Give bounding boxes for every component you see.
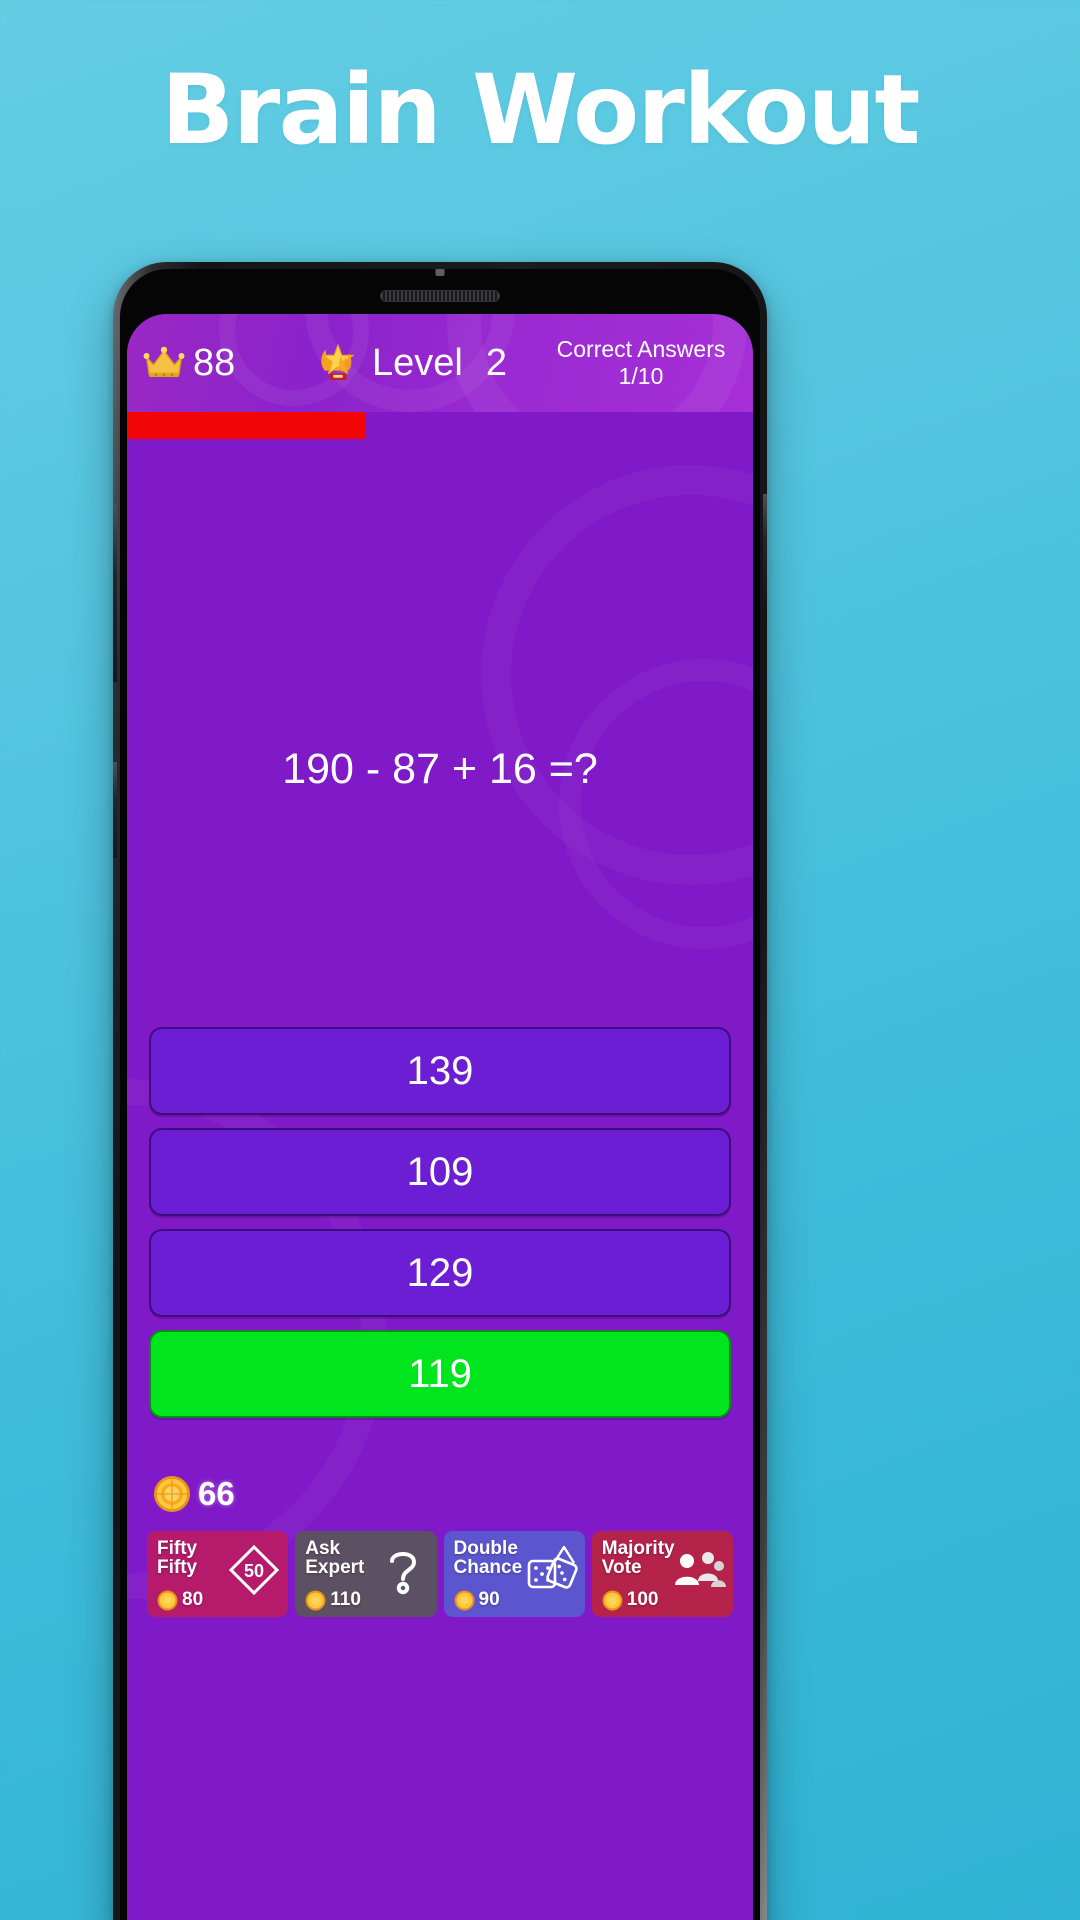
powerup-cost-value: 100: [626, 1589, 659, 1610]
powerup-label-line2: Expert: [305, 1557, 365, 1579]
answer-option-label: 139: [406, 1048, 474, 1093]
front-camera-icon: [435, 269, 445, 276]
powerup-label-line1: Fifty: [157, 1538, 198, 1559]
powerup-majority-vote[interactable]: Majority Vote 100: [591, 1531, 733, 1617]
powerup-ask-expert[interactable]: Ask Expert 110: [295, 1531, 437, 1617]
answer-option-label: 119: [408, 1351, 472, 1396]
answer-option-3[interactable]: 129: [149, 1229, 731, 1317]
powerup-label: Ask Expert: [305, 1539, 373, 1578]
earpiece-speaker-icon: [380, 290, 500, 302]
powerup-label-line1: Ask: [305, 1538, 341, 1559]
answer-option-label: 129: [406, 1250, 474, 1295]
app-screen: 88 Level 2 Correct Answers 1/10 190 - 87…: [127, 314, 753, 1920]
dice-icon: [524, 1543, 578, 1597]
phone-volume-down-button[interactable]: [113, 762, 117, 858]
game-header: 88 Level 2 Correct Answers 1/10: [127, 314, 753, 412]
quiz-content: 190 - 87 + 16 =? 139 109 129 119 66 Fift…: [127, 439, 753, 1920]
answer-options-list: 139 109 129 119: [127, 1027, 753, 1431]
people-group-icon: [672, 1543, 726, 1597]
powerup-fifty-fifty[interactable]: Fifty Fifty 80 50: [147, 1531, 289, 1617]
coin-amount: 66: [198, 1475, 235, 1512]
coin-balance: 66: [153, 1475, 235, 1513]
phone-volume-up-button[interactable]: [113, 504, 117, 682]
powerup-double-chance[interactable]: Double Chance 90: [443, 1531, 585, 1617]
phone-power-button[interactable]: [763, 494, 767, 604]
coin-icon: [153, 1475, 191, 1513]
powerup-label-line1: Majority: [601, 1538, 675, 1559]
powerup-label: Majority Vote: [601, 1539, 675, 1579]
powerup-label: Double Chance: [453, 1538, 523, 1579]
crown-icon: [143, 346, 185, 380]
coin-icon: [305, 1590, 326, 1611]
question-text: 190 - 87 + 16 =?: [282, 744, 598, 793]
powerup-label-line2: Chance: [453, 1557, 523, 1579]
powerup-cost-value: 80: [182, 1589, 204, 1610]
question-area: 190 - 87 + 16 =?: [127, 439, 753, 1099]
powerup-label-line2: Vote: [601, 1557, 642, 1579]
coin-icon: [454, 1590, 475, 1611]
powerup-cost-value: 90: [478, 1589, 500, 1610]
trophy-star-icon: [315, 342, 361, 384]
correct-answers-value: 1/10: [618, 363, 664, 389]
powerup-label: Fifty Fifty: [157, 1539, 225, 1578]
powerup-label-line2: Fifty: [157, 1557, 198, 1579]
answer-option-2[interactable]: 109: [149, 1128, 731, 1216]
promo-headline: Brain Workout: [161, 54, 920, 166]
level-label: Level: [372, 341, 463, 384]
correct-answers-counter: Correct Answers 1/10: [543, 336, 739, 390]
question-timer-fill: [127, 412, 365, 439]
score-value: 88: [193, 341, 236, 384]
powerup-bar: Fifty Fifty 80 50 Ask Expert 110 Double Chance 90…: [127, 1531, 753, 1617]
coin-icon: [157, 1590, 178, 1611]
coin-icon: [602, 1590, 623, 1611]
answer-option-4[interactable]: 119: [149, 1330, 731, 1418]
phone-bezel: 88 Level 2 Correct Answers 1/10 190 - 87…: [120, 269, 760, 1920]
level-value: 2: [485, 341, 507, 384]
answer-option-1[interactable]: 139: [149, 1027, 731, 1115]
powerup-label-line1: Double: [453, 1538, 518, 1559]
level-display: Level 2: [315, 342, 543, 385]
powerup-cost-value: 110: [330, 1589, 361, 1610]
question-timer-bar: [127, 412, 753, 439]
score-display: 88: [143, 342, 315, 385]
question-mark-icon: [376, 1543, 430, 1597]
diamond-fifty-icon: 50: [227, 1543, 281, 1597]
correct-answers-label: Correct Answers: [556, 335, 726, 362]
svg-text:50: 50: [244, 1561, 264, 1581]
answer-option-label: 109: [406, 1149, 474, 1194]
phone-device-frame: 88 Level 2 Correct Answers 1/10 190 - 87…: [113, 262, 767, 1920]
